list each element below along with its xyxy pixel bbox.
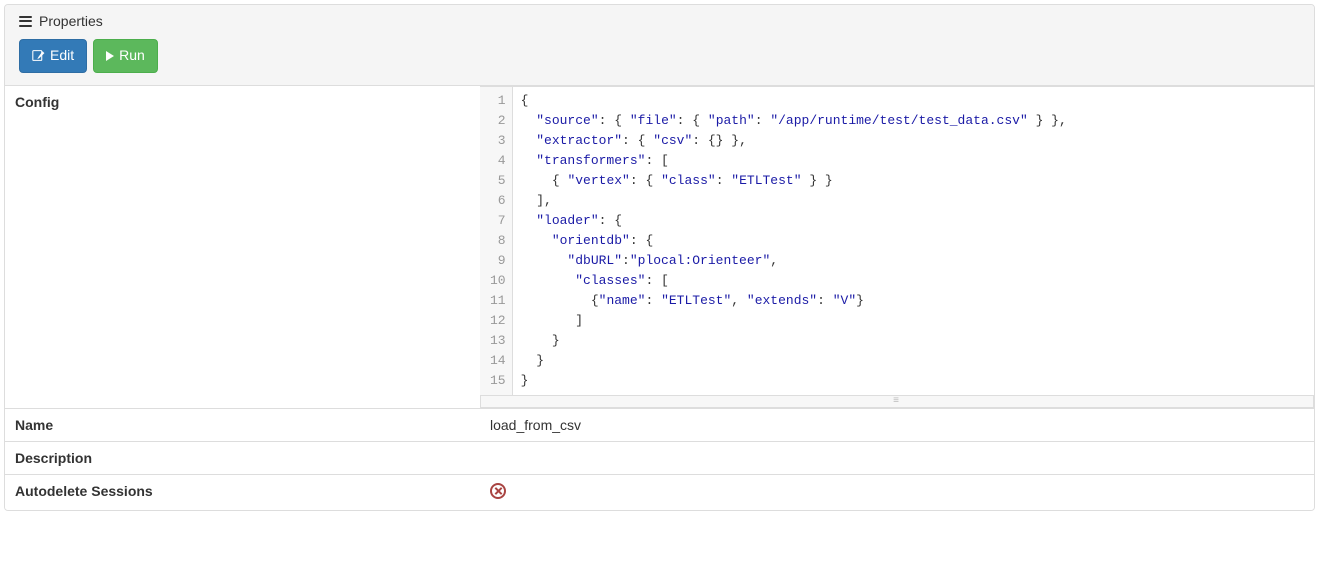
description-label: Description [5, 441, 480, 474]
name-label: Name [5, 408, 480, 441]
autodelete-value [480, 474, 1314, 510]
code-editor[interactable]: 123456789101112131415 { "source": { "fil… [480, 86, 1314, 396]
run-button[interactable]: Run [93, 39, 158, 73]
play-icon [106, 51, 114, 61]
edit-icon [32, 49, 45, 62]
resize-handle[interactable]: ≡ [480, 396, 1314, 408]
autodelete-label: Autodelete Sessions [5, 474, 480, 510]
code-content[interactable]: { "source": { "file": { "path": "/app/ru… [513, 87, 1314, 395]
config-label: Config [5, 86, 480, 409]
toolbar: Edit Run [19, 39, 1300, 73]
name-value: load_from_csv [480, 408, 1314, 441]
panel-header: Properties Edit Run [5, 5, 1314, 86]
run-button-label: Run [119, 46, 145, 66]
description-value [480, 441, 1314, 474]
edit-button-label: Edit [50, 46, 74, 66]
false-icon [490, 483, 506, 499]
properties-table: Config 123456789101112131415 { "source":… [5, 86, 1314, 510]
code-gutter: 123456789101112131415 [480, 87, 513, 395]
panel-title: Properties [39, 13, 103, 29]
properties-panel: Properties Edit Run Config [4, 4, 1315, 511]
edit-button[interactable]: Edit [19, 39, 87, 73]
hamburger-icon[interactable] [19, 16, 32, 27]
